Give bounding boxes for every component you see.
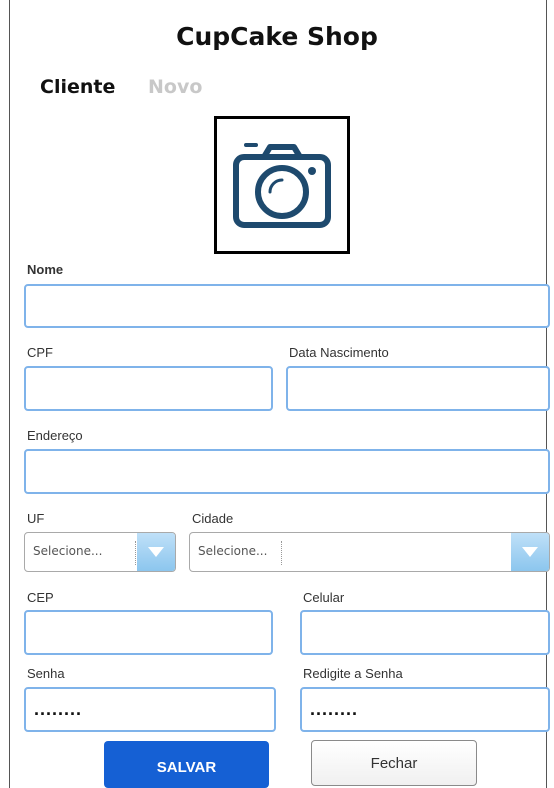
endereco-input[interactable] bbox=[24, 449, 550, 494]
celular-input[interactable] bbox=[300, 610, 550, 655]
redigite-senha-input[interactable] bbox=[300, 687, 550, 732]
nascimento-label: Data Nascimento bbox=[289, 345, 389, 360]
senha-input[interactable] bbox=[24, 687, 276, 732]
tab-novo[interactable]: Novo bbox=[148, 76, 202, 98]
cidade-selected-value: Selecione... bbox=[198, 544, 268, 558]
tab-cliente[interactable]: Cliente bbox=[40, 76, 115, 98]
nome-label: Nome bbox=[27, 262, 64, 277]
window-left-border bbox=[9, 0, 10, 788]
uf-dropdown-button[interactable] bbox=[137, 533, 175, 571]
redigite-senha-label: Redigite a Senha bbox=[303, 666, 403, 681]
cidade-label: Cidade bbox=[192, 511, 234, 526]
uf-select[interactable]: Selecione... bbox=[24, 532, 176, 572]
nascimento-input[interactable] bbox=[286, 366, 550, 411]
senha-label: Senha bbox=[27, 666, 65, 681]
uf-label: UF bbox=[27, 511, 45, 526]
tab-bar: Cliente Novo bbox=[40, 76, 202, 98]
photo-picker[interactable] bbox=[214, 116, 350, 254]
close-button[interactable]: Fechar bbox=[311, 740, 477, 786]
cep-input[interactable] bbox=[24, 610, 273, 655]
nome-input[interactable] bbox=[24, 284, 550, 328]
camera-icon bbox=[233, 143, 331, 228]
cidade-dropdown-button[interactable] bbox=[511, 533, 549, 571]
cpf-label: CPF bbox=[27, 345, 53, 360]
chevron-down-icon bbox=[522, 547, 538, 557]
cidade-select[interactable]: Selecione... bbox=[189, 532, 550, 572]
cpf-input[interactable] bbox=[24, 366, 273, 411]
celular-label: Celular bbox=[303, 590, 345, 605]
chevron-down-icon bbox=[148, 547, 164, 557]
cep-label: CEP bbox=[27, 590, 54, 605]
endereco-label: Endereço bbox=[27, 428, 83, 443]
save-button[interactable]: SALVAR bbox=[104, 741, 269, 788]
uf-selected-value: Selecione... bbox=[33, 544, 103, 558]
app-title: CupCake Shop bbox=[176, 22, 378, 51]
